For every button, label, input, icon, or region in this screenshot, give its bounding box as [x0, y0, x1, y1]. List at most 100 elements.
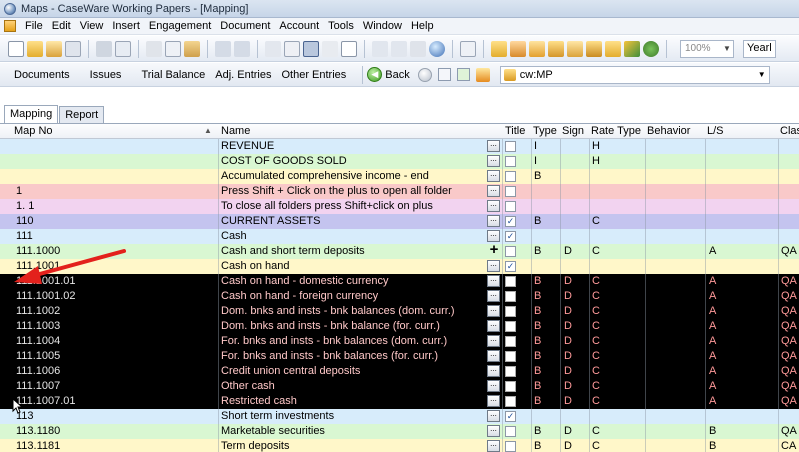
annotate-icon[interactable]: [265, 40, 281, 57]
folder-doc-icon[interactable]: [567, 40, 583, 57]
title-checkbox[interactable]: [505, 366, 516, 377]
title-checkbox[interactable]: [505, 381, 516, 392]
period-select[interactable]: Yearl: [743, 39, 776, 58]
preview-icon[interactable]: [115, 40, 131, 57]
table-row[interactable]: 111.1000 Cash and short term deposits B D C A…: [0, 242, 799, 259]
folder-star-icon[interactable]: [548, 40, 564, 57]
menu-tools[interactable]: Tools: [328, 20, 354, 32]
ellipsis-button[interactable]: ...: [487, 290, 500, 302]
back-button[interactable]: ◀ Back: [367, 67, 410, 82]
tick-icon[interactable]: [391, 40, 407, 57]
title-checkbox[interactable]: ✓: [505, 261, 516, 272]
ellipsis-button[interactable]: ...: [487, 140, 500, 152]
ellipsis-button[interactable]: ...: [487, 425, 500, 437]
column-header-class[interactable]: Clas: [780, 125, 799, 137]
table-row[interactable]: 111.1002 Dom. bnks and insts - bnk balanc…: [0, 304, 799, 319]
title-checkbox[interactable]: [505, 291, 516, 302]
title-checkbox[interactable]: [505, 201, 516, 212]
print-icon[interactable]: [96, 40, 112, 57]
forward-arrow-icon[interactable]: [417, 67, 432, 82]
ellipsis-button[interactable]: ...: [487, 305, 500, 317]
address-bar[interactable]: cw:MP ▼: [499, 65, 770, 84]
table-row[interactable]: 111.1004 For. bnks and insts - bnk balanc…: [0, 334, 799, 349]
title-checkbox[interactable]: ✓: [505, 411, 516, 422]
home-icon[interactable]: [475, 67, 490, 82]
document-icon[interactable]: [4, 20, 16, 32]
title-checkbox[interactable]: [505, 141, 516, 152]
table-row[interactable]: 113.1180 Marketable securities B D C B QA...: [0, 424, 799, 439]
table-row[interactable]: Accumulated comprehensive income - end B.…: [0, 169, 799, 184]
table-row[interactable]: 111.1007 Other cash B D C A QA...: [0, 379, 799, 394]
ellipsis-button[interactable]: ...: [487, 365, 500, 377]
folder-link-icon[interactable]: [605, 40, 621, 57]
line-icon[interactable]: [322, 40, 338, 57]
open-folder-icon[interactable]: [27, 40, 43, 57]
copy-icon[interactable]: [165, 40, 181, 57]
menu-account[interactable]: Account: [279, 20, 319, 32]
menu-file[interactable]: File: [25, 20, 43, 32]
check-icon[interactable]: [372, 40, 388, 57]
title-checkbox[interactable]: [505, 396, 516, 407]
title-checkbox[interactable]: [505, 246, 516, 257]
table-row[interactable]: 111.1007.01 Restricted cash B D C A QA...: [0, 394, 799, 409]
expand-plus-icon[interactable]: +: [487, 242, 501, 258]
chart-icon[interactable]: [624, 40, 640, 57]
issues-button[interactable]: Issues: [90, 69, 122, 81]
title-checkbox[interactable]: [505, 336, 516, 347]
form-icon[interactable]: [284, 40, 300, 57]
refresh-icon[interactable]: [456, 68, 470, 81]
ellipsis-button[interactable]: ...: [487, 320, 500, 332]
ellipsis-button[interactable]: ...: [487, 170, 500, 182]
ellipsis-button[interactable]: ...: [487, 200, 500, 212]
ellipsis-button[interactable]: ...: [487, 155, 500, 167]
sheet-icon[interactable]: [460, 40, 476, 57]
table-row[interactable]: 110 CURRENT ASSETS B C... ✓: [0, 214, 799, 229]
ellipsis-button[interactable]: ...: [487, 335, 500, 347]
column-header-type[interactable]: Type: [533, 125, 557, 137]
folder-icon[interactable]: [491, 40, 507, 57]
title-checkbox[interactable]: [505, 171, 516, 182]
indent-icon[interactable]: [215, 40, 231, 57]
table-row[interactable]: 111 Cash... ✓: [0, 229, 799, 244]
tab-mapping[interactable]: Mapping: [4, 105, 59, 124]
cut-icon[interactable]: [146, 40, 162, 57]
menu-engagement[interactable]: Engagement: [149, 20, 211, 32]
trial-balance-button[interactable]: Trial Balance: [141, 69, 205, 81]
table-row[interactable]: 111.1001.01 Cash on hand - domestic curre…: [0, 274, 799, 289]
title-checkbox[interactable]: ✓: [505, 216, 516, 227]
column-header-rate-type[interactable]: Rate Type: [591, 125, 641, 137]
title-checkbox[interactable]: [505, 276, 516, 287]
ellipsis-button[interactable]: ...: [487, 395, 500, 407]
table-row[interactable]: REVENUE I H...: [0, 139, 799, 154]
table-row[interactable]: 111.1006 Credit union central deposits B D C…: [0, 364, 799, 379]
menu-window[interactable]: Window: [363, 20, 402, 32]
menu-insert[interactable]: Insert: [112, 20, 140, 32]
title-checkbox[interactable]: [505, 426, 516, 437]
ellipsis-button[interactable]: ...: [487, 215, 500, 227]
ellipsis-button[interactable]: ...: [487, 185, 500, 197]
title-checkbox[interactable]: ✓: [505, 231, 516, 242]
title-checkbox[interactable]: [505, 351, 516, 362]
table-row[interactable]: 111.1003 Dom. bnks and insts - bnk balanc…: [0, 319, 799, 334]
ellipsis-button[interactable]: ...: [487, 350, 500, 362]
other-entries-button[interactable]: Other Entries: [281, 69, 346, 81]
documents-button[interactable]: Documents: [14, 69, 70, 81]
open-file-icon[interactable]: [46, 40, 62, 57]
globe-icon[interactable]: [429, 40, 445, 57]
chevron-down-icon[interactable]: ▼: [755, 70, 769, 79]
stop-icon[interactable]: [437, 68, 451, 81]
menu-help[interactable]: Help: [411, 20, 434, 32]
ellipsis-button[interactable]: ...: [487, 410, 500, 422]
rectangle-icon[interactable]: [341, 40, 357, 57]
menu-document[interactable]: Document: [220, 20, 270, 32]
column-header-title[interactable]: Title: [505, 125, 525, 137]
ellipsis-button[interactable]: ...: [487, 260, 500, 272]
table-row[interactable]: 111.1005 For. bnks and insts - bnk balanc…: [0, 349, 799, 364]
adj-entries-button[interactable]: Adj. Entries: [215, 69, 271, 81]
new-file-icon[interactable]: [8, 40, 24, 57]
ellipsis-button[interactable]: ...: [487, 380, 500, 392]
menu-edit[interactable]: Edit: [52, 20, 71, 32]
title-checkbox[interactable]: [505, 306, 516, 317]
paste-icon[interactable]: [184, 40, 200, 57]
column-header-sign[interactable]: Sign: [562, 125, 584, 137]
